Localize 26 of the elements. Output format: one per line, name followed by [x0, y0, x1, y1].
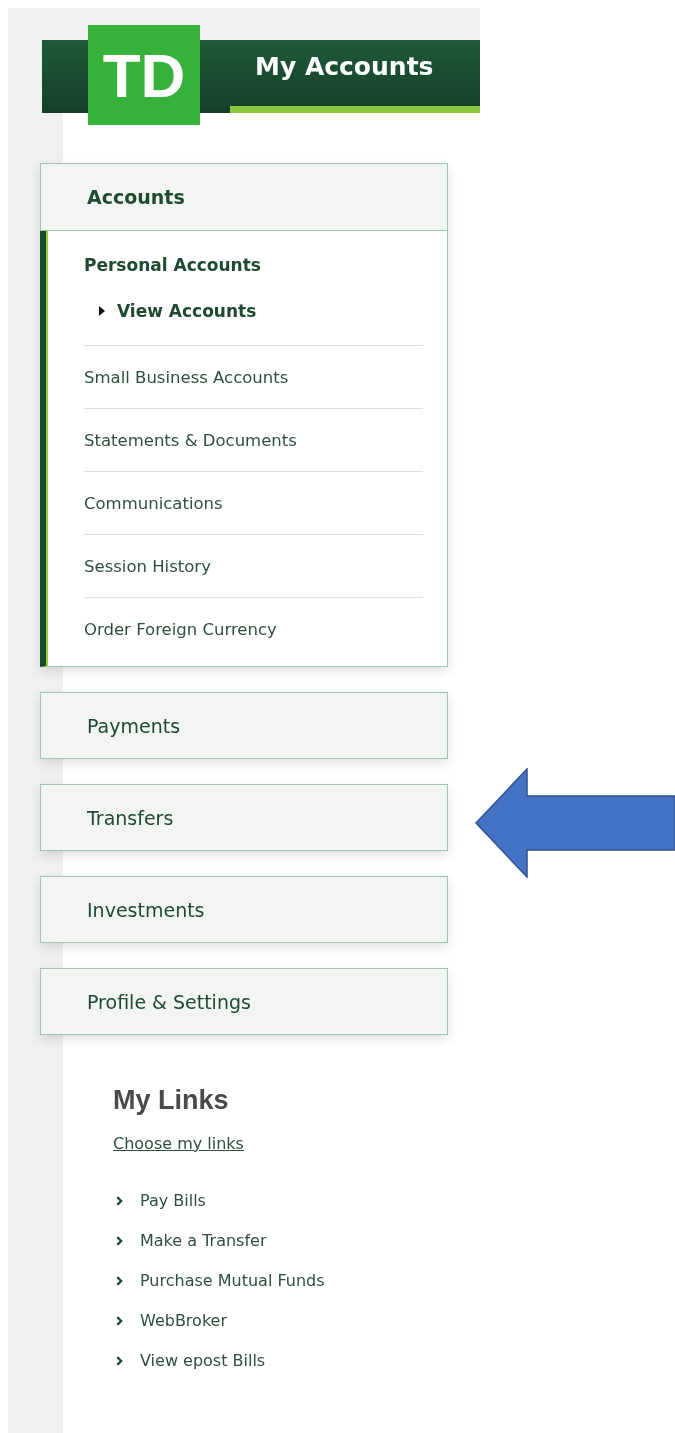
nav-link[interactable]: Statements & Documents: [84, 430, 297, 450]
quick-link[interactable]: WebBroker: [140, 1309, 227, 1332]
chevron-icon: [116, 1275, 123, 1286]
choose-links-link[interactable]: Choose my links: [113, 1134, 244, 1153]
nav-link[interactable]: Order Foreign Currency: [84, 619, 277, 639]
nav-link[interactable]: Session History: [84, 556, 211, 576]
section-heading: My Links: [113, 1085, 230, 1116]
chevron-icon: [116, 1355, 123, 1366]
chevron-icon: [116, 1195, 123, 1206]
nav-link[interactable]: Communications: [84, 493, 223, 513]
quick-link[interactable]: Make a Transfer: [140, 1229, 267, 1252]
nav-group-heading: Personal Accounts: [84, 254, 262, 277]
nav-link[interactable]: Small Business Accounts: [84, 367, 289, 387]
nav-section-tab[interactable]: Transfers: [40, 784, 448, 851]
quick-link[interactable]: Pay Bills: [140, 1189, 206, 1212]
chevron-icon: [116, 1315, 123, 1326]
chevron-icon: [116, 1235, 123, 1246]
quick-link[interactable]: Purchase Mutual Funds: [140, 1269, 325, 1292]
nav-section-tab[interactable]: Payments: [40, 692, 448, 759]
quick-link[interactable]: View epost Bills: [140, 1349, 266, 1372]
nav-link[interactable]: View Accounts: [117, 299, 257, 323]
nav-section-tab[interactable]: Investments: [40, 876, 448, 943]
page-title: My Accounts: [254, 51, 435, 83]
nav-section-tab[interactable]: Accounts: [40, 163, 448, 231]
caret-icon: [99, 306, 105, 316]
nav-section-tab[interactable]: Profile & Settings: [40, 968, 448, 1035]
